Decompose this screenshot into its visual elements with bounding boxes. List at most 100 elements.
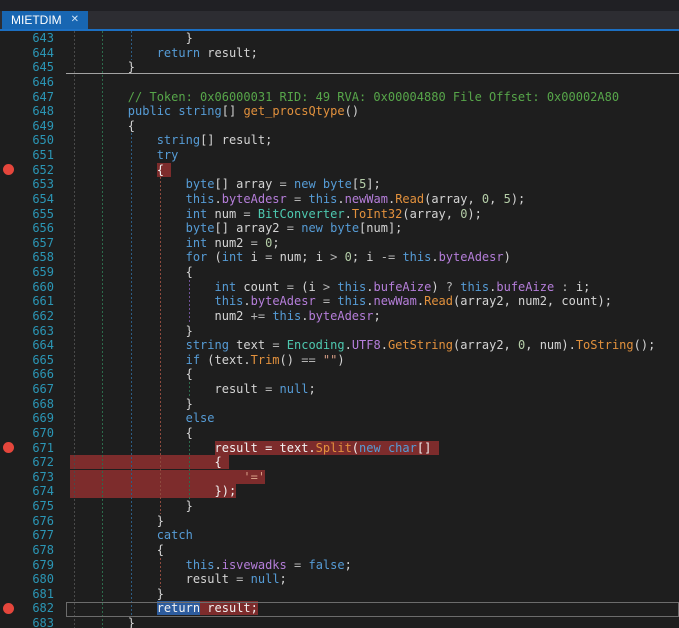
code-text: { bbox=[54, 265, 193, 279]
line-number[interactable]: 660 bbox=[0, 280, 54, 295]
code-text: return result; bbox=[54, 601, 258, 615]
code-line[interactable]: 666 { bbox=[0, 367, 679, 382]
line-number[interactable]: 677 bbox=[0, 528, 54, 543]
line-number[interactable]: 654 bbox=[0, 192, 54, 207]
code-line[interactable]: 683 } bbox=[0, 616, 679, 628]
code-line[interactable]: 671 result = text.Split(new char[] bbox=[0, 441, 679, 456]
tab-close-icon[interactable]: ✕ bbox=[71, 15, 79, 25]
code-line[interactable]: 662 num2 += this.byteAdesr; bbox=[0, 309, 679, 324]
code-text: } bbox=[54, 397, 193, 411]
code-line[interactable]: 643 } bbox=[0, 31, 679, 46]
tab-mietdim[interactable]: MIETDIM ✕ bbox=[2, 11, 88, 29]
code-line[interactable]: 677 catch bbox=[0, 528, 679, 543]
code-line[interactable]: 667 result = null; bbox=[0, 382, 679, 397]
code-text: } bbox=[54, 499, 193, 513]
code-line[interactable]: 658 for (int i = num; i > 0; i -= this.b… bbox=[0, 250, 679, 265]
line-number[interactable]: 649 bbox=[0, 119, 54, 134]
line-number[interactable]: 653 bbox=[0, 177, 54, 192]
code-line[interactable]: 649 { bbox=[0, 119, 679, 134]
line-number[interactable]: 669 bbox=[0, 411, 54, 426]
line-number[interactable]: 657 bbox=[0, 236, 54, 251]
line-number[interactable]: 679 bbox=[0, 558, 54, 573]
code-line[interactable]: 648 public string[] get_procsQtype() bbox=[0, 104, 679, 119]
line-number[interactable]: 683 bbox=[0, 616, 54, 628]
line-number[interactable]: 648 bbox=[0, 104, 54, 119]
line-number[interactable]: 647 bbox=[0, 90, 54, 105]
code-line[interactable]: 669 else bbox=[0, 411, 679, 426]
code-text: string text = Encoding.UTF8.GetString(ar… bbox=[54, 338, 655, 352]
line-number[interactable]: 651 bbox=[0, 148, 54, 163]
line-number[interactable]: 676 bbox=[0, 514, 54, 529]
line-number[interactable]: 675 bbox=[0, 499, 54, 514]
code-line[interactable]: 654 this.byteAdesr = this.newWam.Read(ar… bbox=[0, 192, 679, 207]
line-number[interactable]: 662 bbox=[0, 309, 54, 324]
line-number[interactable]: 673 bbox=[0, 470, 54, 485]
code-line[interactable]: 674 }); bbox=[0, 484, 679, 499]
code-text: this.byteAdesr = this.newWam.Read(array2… bbox=[54, 294, 612, 308]
code-text: string[] result; bbox=[54, 133, 272, 147]
line-number[interactable]: 650 bbox=[0, 133, 54, 148]
line-number[interactable]: 661 bbox=[0, 294, 54, 309]
line-number[interactable]: 674 bbox=[0, 484, 54, 499]
line-number[interactable]: 678 bbox=[0, 543, 54, 558]
code-text: }); bbox=[54, 484, 236, 498]
code-line[interactable]: 663 } bbox=[0, 324, 679, 339]
code-line[interactable]: 672 { bbox=[0, 455, 679, 470]
code-text: public string[] get_procsQtype() bbox=[54, 104, 359, 118]
line-number[interactable]: 665 bbox=[0, 353, 54, 368]
code-line[interactable]: 661 this.byteAdesr = this.newWam.Read(ar… bbox=[0, 294, 679, 309]
line-number[interactable]: 668 bbox=[0, 397, 54, 412]
code-editor[interactable]: 643 }644 return result;645 }646647 // To… bbox=[0, 31, 679, 628]
code-line[interactable]: 680 result = null; bbox=[0, 572, 679, 587]
code-text: { bbox=[54, 426, 193, 440]
code-line[interactable]: 664 string text = Encoding.UTF8.GetStrin… bbox=[0, 338, 679, 353]
line-number[interactable]: 681 bbox=[0, 587, 54, 602]
code-text: } bbox=[54, 324, 193, 338]
code-line[interactable]: 673 '=' bbox=[0, 470, 679, 485]
code-line[interactable]: 650 string[] result; bbox=[0, 133, 679, 148]
code-line[interactable]: 651 try bbox=[0, 148, 679, 163]
code-line[interactable]: 652 { bbox=[0, 163, 679, 178]
code-line[interactable]: 657 int num2 = 0; bbox=[0, 236, 679, 251]
line-number[interactable]: 658 bbox=[0, 250, 54, 265]
line-number[interactable]: 666 bbox=[0, 367, 54, 382]
code-line[interactable]: 665 if (text.Trim() == "") bbox=[0, 353, 679, 368]
code-line[interactable]: 647 // Token: 0x06000031 RID: 49 RVA: 0x… bbox=[0, 90, 679, 105]
line-number[interactable]: 644 bbox=[0, 46, 54, 61]
code-text: } bbox=[54, 587, 164, 601]
code-text: } bbox=[54, 616, 135, 628]
code-text: result = text.Split(new char[] bbox=[54, 441, 439, 455]
line-number[interactable]: 663 bbox=[0, 324, 54, 339]
code-line[interactable]: 682 return result; bbox=[0, 601, 679, 616]
code-text: { bbox=[54, 455, 229, 469]
line-number[interactable]: 670 bbox=[0, 426, 54, 441]
code-editor-window: MIETDIM ✕ 643 }644 return result;645 }64… bbox=[0, 0, 679, 628]
line-number[interactable]: 672 bbox=[0, 455, 54, 470]
code-line[interactable]: 676 } bbox=[0, 514, 679, 529]
tab-bar-top-strip bbox=[0, 0, 679, 11]
code-line[interactable]: 659 { bbox=[0, 265, 679, 280]
code-line[interactable]: 670 { bbox=[0, 426, 679, 441]
code-line[interactable]: 678 { bbox=[0, 543, 679, 558]
code-line[interactable]: 679 this.isvewadks = false; bbox=[0, 558, 679, 573]
code-line[interactable]: 644 return result; bbox=[0, 46, 679, 61]
line-number[interactable]: 680 bbox=[0, 572, 54, 587]
code-line[interactable]: 646 bbox=[0, 75, 679, 90]
line-number[interactable]: 655 bbox=[0, 207, 54, 222]
line-number[interactable]: 659 bbox=[0, 265, 54, 280]
line-number[interactable]: 645 bbox=[0, 60, 54, 75]
code-text: this.byteAdesr = this.newWam.Read(array,… bbox=[54, 192, 525, 206]
line-number[interactable]: 643 bbox=[0, 31, 54, 46]
code-text bbox=[54, 75, 70, 89]
code-line[interactable]: 655 int num = BitConverter.ToInt32(array… bbox=[0, 207, 679, 222]
code-line[interactable]: 653 byte[] array = new byte[5]; bbox=[0, 177, 679, 192]
code-line[interactable]: 668 } bbox=[0, 397, 679, 412]
code-line[interactable]: 660 int count = (i > this.bufeAize) ? th… bbox=[0, 280, 679, 295]
line-number[interactable]: 656 bbox=[0, 221, 54, 236]
line-number[interactable]: 667 bbox=[0, 382, 54, 397]
code-line[interactable]: 675 } bbox=[0, 499, 679, 514]
line-number[interactable]: 646 bbox=[0, 75, 54, 90]
code-line[interactable]: 681 } bbox=[0, 587, 679, 602]
line-number[interactable]: 664 bbox=[0, 338, 54, 353]
code-line[interactable]: 656 byte[] array2 = new byte[num]; bbox=[0, 221, 679, 236]
